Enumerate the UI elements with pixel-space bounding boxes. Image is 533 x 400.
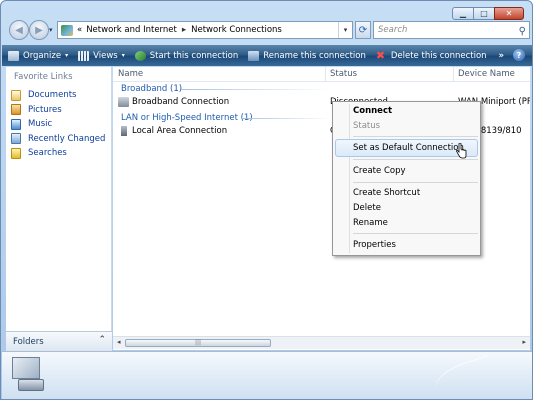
sidebar-item-label: Music <box>28 119 53 130</box>
breadcrumb-network-and-internet[interactable]: Network and Internet <box>86 25 177 35</box>
group-header-broadband[interactable]: Broadband (1) <box>121 84 182 94</box>
menu-separator <box>353 182 478 183</box>
hand-cursor-icon <box>456 143 467 159</box>
column-name[interactable]: Name <box>118 69 143 79</box>
address-bar[interactable]: « Network and Internet ▸ Network Connect… <box>57 21 353 39</box>
column-header-row: Name Status Device Name <box>113 67 530 82</box>
navigation-row: ◀ ▶ ▾ « Network and Internet ▸ Network C… <box>5 19 530 41</box>
navigation-pane: Favorite Links Documents Pictures Music … <box>6 67 112 350</box>
menu-item-create-copy[interactable]: Create Copy <box>353 166 406 176</box>
address-dropdown[interactable]: ▾ <box>338 22 352 38</box>
context-menu: Connect Status Set as Default Connection… <box>332 101 481 256</box>
column-device-name[interactable]: Device Name <box>458 69 515 79</box>
sidebar-item-recently-changed[interactable]: Recently Changed <box>11 132 105 147</box>
list-item-local-area-connection[interactable]: Local Area Connection <box>118 126 227 136</box>
help-icon[interactable]: ? <box>513 49 525 61</box>
favorite-links-heading: Favorite Links <box>14 72 73 82</box>
sidebar-item-label: Documents <box>28 90 77 101</box>
search-icon[interactable]: ⚲ <box>519 24 526 40</box>
folders-toggle[interactable]: Folders ⌃ <box>6 331 112 351</box>
menu-item-properties[interactable]: Properties <box>353 240 396 250</box>
breadcrumb-network-connections[interactable]: Network Connections <box>191 25 282 35</box>
organize-label: Organize <box>23 50 62 61</box>
scroll-left-icon[interactable]: ◂ <box>117 338 121 346</box>
decorative-swoosh <box>429 355 497 399</box>
menu-item-connect[interactable]: Connect <box>353 106 392 116</box>
search-input[interactable]: Search ⚲ <box>373 21 530 39</box>
menu-gutter <box>349 104 350 253</box>
start-connection-icon <box>134 50 146 61</box>
documents-icon <box>11 89 21 101</box>
sidebar-item-label: Searches <box>28 148 67 159</box>
delete-connection-label: Delete this connection <box>390 50 487 61</box>
group-header-lan[interactable]: LAN or High-Speed Internet (1) <box>121 113 253 123</box>
search-placeholder: Search <box>378 25 408 35</box>
sidebar-item-label: Pictures <box>28 104 62 115</box>
chevron-up-icon: ⌃ <box>98 335 106 345</box>
chevron-down-icon: ▾ <box>65 52 69 59</box>
network-connection-icon <box>8 355 50 395</box>
broadband-connection-icon <box>118 97 129 107</box>
network-folder-icon <box>61 24 73 36</box>
scroll-right-icon[interactable]: ▸ <box>522 338 526 346</box>
menu-item-delete[interactable]: Delete <box>353 203 381 213</box>
rename-connection-button[interactable]: Rename this connection <box>248 50 366 61</box>
sidebar-item-pictures[interactable]: Pictures <box>11 103 105 118</box>
horizontal-scrollbar[interactable]: ◂ ||| ▸ <box>113 336 530 349</box>
group-divider <box>241 118 331 119</box>
refresh-button[interactable]: ⟳ <box>355 21 371 39</box>
breadcrumb-overflow[interactable]: « <box>77 25 82 35</box>
sidebar-item-documents[interactable]: Documents <box>11 88 105 103</box>
group-divider <box>181 89 331 90</box>
rename-connection-label: Rename this connection <box>263 50 366 61</box>
scrollbar-thumb[interactable]: ||| <box>125 339 271 347</box>
start-connection-label: Start this connection <box>149 50 239 61</box>
menu-item-set-as-default-connection[interactable]: Set as Default Connection <box>353 143 464 153</box>
explorer-window: ▁ □ ✕ ◀ ▶ ▾ « Network and Internet ▸ Net… <box>0 0 533 400</box>
column-divider[interactable] <box>325 67 326 82</box>
views-button[interactable]: Views ▾ <box>78 50 125 61</box>
recent-pages-dropdown[interactable]: ▾ <box>49 26 53 34</box>
back-button[interactable]: ◀ <box>9 20 29 40</box>
sidebar-item-music[interactable]: Music <box>11 117 105 132</box>
organize-button[interactable]: Organize ▾ <box>8 50 69 61</box>
forward-button[interactable]: ▶ <box>29 20 49 40</box>
command-toolbar: Organize ▾ Views ▾ Start this connection… <box>2 45 532 66</box>
favorite-links-list: Documents Pictures Music Recently Change… <box>11 88 105 161</box>
column-divider[interactable] <box>453 67 454 82</box>
list-item-broadband-connection[interactable]: Broadband Connection <box>118 97 229 107</box>
chevron-down-icon: ▾ <box>121 52 125 59</box>
delete-x-icon: ✖ <box>375 48 386 62</box>
menu-separator <box>353 233 478 234</box>
views-label: Views <box>93 50 118 61</box>
connection-name: Broadband Connection <box>132 97 230 107</box>
breadcrumb-separator[interactable]: ▸ <box>182 25 186 35</box>
folders-label: Folders <box>13 336 44 347</box>
menu-separator <box>353 159 478 160</box>
column-status[interactable]: Status <box>330 69 357 79</box>
pictures-icon <box>11 104 21 116</box>
recently-changed-icon <box>11 133 21 145</box>
delete-connection-button[interactable]: ✖ Delete this connection <box>375 48 487 62</box>
lan-connection-icon <box>121 126 127 136</box>
menu-separator <box>353 136 478 137</box>
sidebar-item-label: Recently Changed <box>28 133 106 144</box>
rename-icon <box>248 50 260 61</box>
menu-item-create-shortcut[interactable]: Create Shortcut <box>353 188 420 198</box>
views-icon <box>78 50 90 61</box>
details-pane <box>2 351 532 399</box>
music-icon <box>11 118 21 130</box>
organize-icon <box>8 50 19 61</box>
sidebar-item-searches[interactable]: Searches <box>11 146 105 161</box>
searches-icon <box>11 147 21 159</box>
menu-item-rename[interactable]: Rename <box>353 218 388 228</box>
connection-name: Local Area Connection <box>132 126 228 136</box>
more-commands-button[interactable]: » <box>499 51 505 61</box>
start-connection-button[interactable]: Start this connection <box>134 50 239 61</box>
menu-item-status[interactable]: Status <box>353 121 380 131</box>
